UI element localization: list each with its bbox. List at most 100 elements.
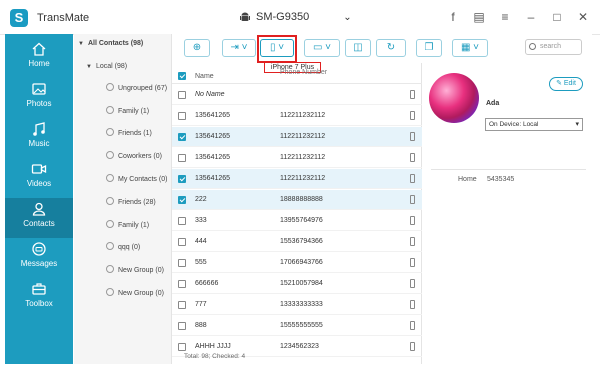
contact-phone: 13333333333 — [280, 301, 323, 308]
delete-button[interactable]: ◫ — [345, 39, 371, 57]
delete-icon: ◫ — [353, 42, 363, 53]
toolbox-icon — [32, 283, 46, 295]
music-icon — [33, 122, 45, 136]
home-icon — [32, 42, 46, 56]
row-checkbox[interactable] — [178, 133, 186, 141]
table-row[interactable]: 666666 15210057984 — [172, 274, 422, 294]
nav-item-contacts[interactable]: Contacts — [5, 198, 73, 238]
row-checkbox[interactable] — [178, 112, 186, 120]
group-count: (1) — [140, 108, 150, 115]
edit-button[interactable]: ✎ Edit — [549, 77, 583, 91]
refresh-button[interactable]: ↻ — [376, 39, 406, 57]
tree-group-item[interactable]: Ungrouped (67) — [74, 82, 172, 96]
add-contact-button[interactable]: ⊕ — [184, 39, 210, 57]
edit-icon: ✎ — [556, 80, 564, 87]
nav-item-videos[interactable]: Videos — [5, 158, 73, 198]
select-all-checkbox[interactable] — [178, 72, 186, 80]
row-checkbox[interactable] — [178, 217, 186, 225]
tree-local[interactable]: ▼ Local (98) — [74, 60, 172, 74]
row-checkbox[interactable] — [178, 238, 186, 246]
contact-name: 555 — [195, 259, 207, 266]
tree-group-item[interactable]: New Group (0) — [74, 287, 172, 301]
contact-list: Name Phone Number No Name 135641265 11221… — [172, 63, 422, 364]
storage-location-value: On Device: Local — [489, 121, 539, 128]
messages-icon — [32, 242, 46, 256]
group-count: (0) — [153, 153, 162, 160]
phone-icon — [410, 132, 415, 141]
group-name: qqq — [118, 244, 130, 251]
contact-phone: 1234562323 — [280, 343, 319, 350]
triangle-down-icon: ▼ — [86, 64, 92, 70]
tree-group-item[interactable]: Family (1) — [74, 105, 172, 119]
table-row[interactable]: 333 13955764976 — [172, 211, 422, 231]
tree-group-item[interactable]: New Group (0) — [74, 264, 172, 278]
tree-group-item[interactable]: Family (1) — [74, 219, 172, 233]
table-row[interactable]: 135641265 112211232112 — [172, 127, 422, 147]
group-icon — [106, 174, 114, 182]
tree-all-contacts[interactable]: ▼ All Contacts (98) — [74, 37, 172, 51]
search-input[interactable]: search — [525, 39, 582, 55]
facebook-icon[interactable]: f — [446, 10, 460, 24]
row-checkbox[interactable] — [178, 175, 186, 183]
table-row[interactable]: 444 15536794366 — [172, 232, 422, 252]
maximize-icon[interactable]: □ — [550, 10, 564, 24]
phone-icon — [410, 216, 415, 225]
export-to-pc-button[interactable]: ▭ ˅ — [304, 39, 340, 57]
table-row[interactable]: 222 18888888888 — [172, 190, 422, 210]
row-checkbox[interactable] — [178, 259, 186, 267]
row-checkbox[interactable] — [178, 322, 186, 330]
toolbox-button[interactable]: ▦ ˅ — [452, 39, 488, 57]
tree-label: Local (98) — [95, 63, 128, 70]
contact-name: 135641265 — [195, 175, 231, 182]
table-row[interactable]: No Name — [172, 85, 422, 105]
nav-item-home[interactable]: Home — [5, 38, 73, 78]
highlight-box — [257, 35, 297, 63]
group-name: New Group — [118, 290, 154, 297]
nav-item-photos[interactable]: Photos — [5, 78, 73, 118]
nav-item-messages[interactable]: Messages — [5, 238, 73, 278]
device-selector[interactable]: SM-G9350 ⌄ — [240, 11, 352, 23]
edit-label: Edit — [563, 80, 576, 87]
table-row[interactable]: 135641265 112211232112 — [172, 169, 422, 189]
row-checkbox[interactable] — [178, 280, 186, 288]
minimize-icon[interactable]: – — [524, 10, 538, 24]
group-name: Coworkers — [118, 153, 152, 160]
row-checkbox[interactable] — [178, 154, 186, 162]
app-logo: S — [10, 9, 28, 27]
column-phone: Phone Number — [280, 69, 328, 76]
contact-detail-panel: ✎ Edit Ada On Device: Local ▾ Home 54353… — [423, 63, 595, 364]
sidebar-nav: Home Photos Music Videos Contacts Messag… — [5, 34, 73, 364]
feedback-icon[interactable]: ▤ — [472, 10, 486, 24]
tree-group-item[interactable]: My Contacts (0) — [74, 173, 172, 187]
nav-label: Messages — [20, 259, 58, 268]
group-count: (0) — [158, 176, 168, 183]
table-row[interactable]: 135641265 112211232112 — [172, 148, 422, 168]
group-count: (67) — [154, 85, 168, 92]
row-checkbox[interactable] — [178, 301, 186, 309]
tree-group-item[interactable]: Friends (28) — [74, 196, 172, 210]
close-icon[interactable]: ✕ — [576, 10, 590, 24]
nav-label: Home — [28, 59, 50, 68]
table-row[interactable]: 135641265 112211232112 — [172, 106, 422, 126]
row-checkbox[interactable] — [178, 91, 186, 99]
import-button[interactable]: ⇥ ˅ — [222, 39, 256, 57]
storage-location-select[interactable]: On Device: Local ▾ — [485, 118, 583, 131]
deduplicate-button[interactable]: ❐ — [416, 39, 442, 57]
nav-item-music[interactable]: Music — [5, 118, 73, 158]
phone-icon — [410, 174, 415, 183]
tree-group-item[interactable]: qqq (0) — [74, 241, 172, 255]
table-row[interactable]: 555 17066943766 — [172, 253, 422, 273]
toolbox-icon: ▦ ˅ — [460, 42, 480, 53]
group-icon — [106, 288, 114, 296]
table-row[interactable]: 777 13333333333 — [172, 295, 422, 315]
table-row[interactable]: 888 15555555555 — [172, 316, 422, 336]
row-checkbox[interactable] — [178, 196, 186, 204]
row-checkbox[interactable] — [178, 343, 186, 351]
contacts-tree: ▼ All Contacts (98) ▼ Local (98) Ungrouped… — [74, 34, 172, 364]
tree-group-item[interactable]: Friends (1) — [74, 127, 172, 141]
group-icon — [106, 220, 114, 228]
device-name: SM-G9350 — [256, 11, 310, 23]
nav-item-toolbox[interactable]: Toolbox — [5, 278, 73, 318]
tree-group-item[interactable]: Coworkers (0) — [74, 150, 172, 164]
menu-icon[interactable]: ≡ — [498, 10, 512, 24]
